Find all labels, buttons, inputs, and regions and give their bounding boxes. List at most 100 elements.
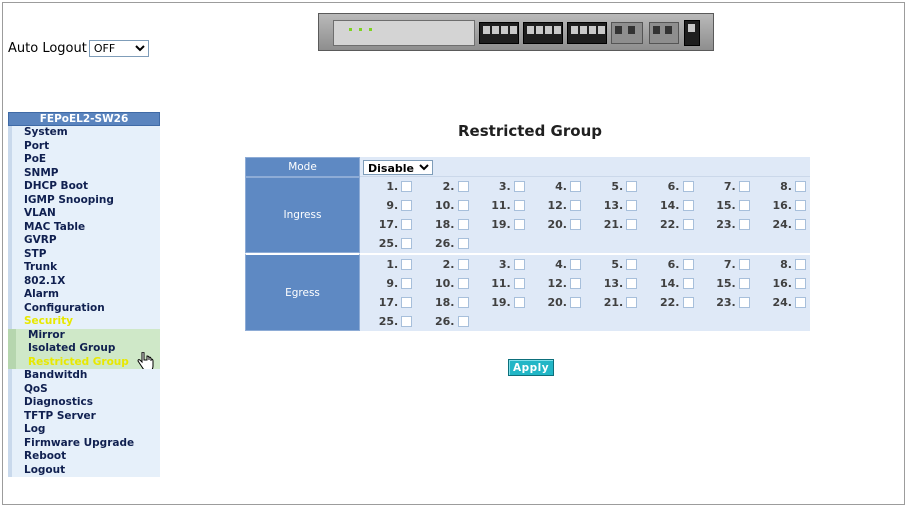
sidebar-item-firmware-upgrade[interactable]: Firmware Upgrade bbox=[8, 436, 160, 450]
sidebar-item-bandwitdh[interactable]: Bandwitdh bbox=[8, 369, 160, 383]
ingress-port-checkbox[interactable] bbox=[626, 219, 638, 230]
egress-port-number: 21. bbox=[603, 296, 624, 309]
ingress-port-checkbox[interactable] bbox=[570, 219, 581, 230]
ingress-port-checkbox[interactable] bbox=[457, 238, 469, 249]
egress-port-checkbox[interactable] bbox=[570, 259, 581, 270]
ingress-port-checkbox[interactable] bbox=[457, 181, 469, 192]
egress-port-checkbox[interactable] bbox=[626, 259, 638, 270]
sidebar-item-vlan[interactable]: VLAN bbox=[8, 207, 160, 221]
sidebar-item-trunk[interactable]: Trunk bbox=[8, 261, 160, 275]
sidebar-item-dhcp-boot[interactable]: DHCP Boot bbox=[8, 180, 160, 194]
sidebar-item-snmp[interactable]: SNMP bbox=[8, 166, 160, 180]
egress-port-checkbox[interactable] bbox=[795, 297, 806, 308]
sidebar-item-diagnostics[interactable]: Diagnostics bbox=[8, 396, 160, 410]
egress-port-checkbox[interactable] bbox=[457, 316, 469, 327]
ingress-port-checkbox[interactable] bbox=[795, 200, 806, 211]
ingress-port-checkbox[interactable] bbox=[682, 200, 694, 211]
ingress-port-number: 9. bbox=[386, 199, 399, 212]
sidebar-item-stp[interactable]: STP bbox=[8, 247, 160, 261]
sidebar-item-label: PoE bbox=[24, 153, 47, 165]
ingress-port-cell: 19. bbox=[473, 215, 529, 234]
auto-logout-select[interactable]: OFF bbox=[88, 40, 149, 57]
ingress-port-checkbox[interactable] bbox=[795, 219, 806, 230]
egress-port-checkbox[interactable] bbox=[795, 278, 806, 289]
egress-port-checkbox[interactable] bbox=[626, 297, 638, 308]
egress-port-checkbox[interactable] bbox=[513, 297, 525, 308]
egress-port-checkbox[interactable] bbox=[457, 259, 469, 270]
egress-port-checkbox[interactable] bbox=[626, 278, 638, 289]
egress-port-checkbox[interactable] bbox=[513, 259, 525, 270]
sidebar-items: System Port PoE SNMP DHCP Boot IGMP Snooping V… bbox=[8, 126, 160, 477]
egress-port-checkbox[interactable] bbox=[682, 259, 694, 270]
ingress-port-checkbox[interactable] bbox=[513, 181, 525, 192]
sidebar-item-label: VLAN bbox=[24, 207, 56, 219]
sidebar-item-igmp-snooping[interactable]: IGMP Snooping bbox=[8, 193, 160, 207]
sidebar-item-qos[interactable]: QoS bbox=[8, 382, 160, 396]
egress-port-checkbox[interactable] bbox=[682, 297, 694, 308]
egress-port-checkbox[interactable] bbox=[457, 278, 469, 289]
ingress-port-checkbox[interactable] bbox=[457, 219, 469, 230]
ingress-port-checkbox[interactable] bbox=[682, 219, 694, 230]
ingress-port-checkbox[interactable] bbox=[738, 200, 750, 211]
egress-port-checkbox[interactable] bbox=[738, 297, 750, 308]
ingress-port-checkbox[interactable] bbox=[626, 181, 638, 192]
ingress-port-checkbox[interactable] bbox=[570, 181, 581, 192]
mode-label: Mode bbox=[245, 157, 360, 177]
ingress-port-checkbox[interactable] bbox=[401, 181, 413, 192]
ingress-port-cell: 11. bbox=[473, 196, 529, 215]
sidebar-item-tftp-server[interactable]: TFTP Server bbox=[8, 409, 160, 423]
ingress-port-checkbox[interactable] bbox=[401, 219, 413, 230]
sidebar-item-802-1x[interactable]: 802.1X bbox=[8, 274, 160, 288]
sidebar-item-restricted-group[interactable]: Restricted Group bbox=[8, 351, 160, 371]
egress-port-checkbox[interactable] bbox=[401, 278, 413, 289]
ingress-port-checkbox[interactable] bbox=[682, 181, 694, 192]
sidebar-item-port[interactable]: Port bbox=[8, 139, 160, 153]
egress-port-checkbox[interactable] bbox=[401, 259, 413, 270]
egress-port-checkbox[interactable] bbox=[457, 297, 469, 308]
sidebar-item-system[interactable]: System bbox=[8, 126, 160, 140]
ingress-port-checkbox[interactable] bbox=[738, 219, 750, 230]
egress-port-checkbox[interactable] bbox=[795, 259, 806, 270]
mode-select[interactable]: Disable bbox=[363, 160, 433, 175]
ingress-port-checkbox[interactable] bbox=[401, 238, 413, 249]
egress-port-row: 9. 10. 11. 12. 13. 14. 15. 16. bbox=[360, 274, 810, 293]
egress-port-checkbox[interactable] bbox=[401, 297, 413, 308]
egress-port-checkbox[interactable] bbox=[570, 297, 581, 308]
sidebar-item-reboot[interactable]: Reboot bbox=[8, 450, 160, 464]
egress-port-cell: 15. bbox=[698, 274, 754, 293]
sidebar-item-label: TFTP Server bbox=[24, 409, 96, 422]
sidebar-item-label: Bandwitdh bbox=[24, 369, 88, 381]
egress-port-checkbox[interactable] bbox=[513, 278, 525, 289]
egress-port-checkbox[interactable] bbox=[738, 278, 750, 289]
ingress-port-cell: 23. bbox=[698, 215, 754, 234]
sidebar-item-mirror[interactable]: Mirror bbox=[8, 328, 160, 342]
apply-button[interactable]: Apply bbox=[508, 359, 554, 376]
sidebar-item-security[interactable]: Security bbox=[8, 315, 160, 329]
ingress-port-checkbox[interactable] bbox=[401, 200, 413, 211]
sidebar-item-mac-table[interactable]: MAC Table bbox=[8, 220, 160, 234]
ingress-port-checkbox[interactable] bbox=[570, 200, 581, 211]
ingress-port-checkbox[interactable] bbox=[513, 200, 525, 211]
egress-port-checkbox[interactable] bbox=[401, 316, 413, 327]
ingress-port-checkbox[interactable] bbox=[795, 181, 806, 192]
sidebar-item-logout[interactable]: Logout bbox=[8, 463, 160, 477]
egress-port-checkbox[interactable] bbox=[738, 259, 750, 270]
sidebar-item-gvrp[interactable]: GVRP bbox=[8, 234, 160, 248]
egress-port-checkbox[interactable] bbox=[682, 278, 694, 289]
ingress-port-checkbox[interactable] bbox=[513, 219, 525, 230]
egress-port-cell bbox=[698, 312, 754, 331]
ingress-port-checkbox[interactable] bbox=[626, 200, 638, 211]
sidebar-item-label: SNMP bbox=[24, 166, 59, 179]
ingress-port-checkbox[interactable] bbox=[457, 200, 469, 211]
ingress-port-checkbox[interactable] bbox=[738, 181, 750, 192]
sidebar-item-log[interactable]: Log bbox=[8, 423, 160, 437]
egress-port-checkbox[interactable] bbox=[570, 278, 581, 289]
sidebar-item-label: Reboot bbox=[24, 450, 67, 462]
ingress-port-cell: 10. bbox=[416, 196, 472, 215]
sidebar-item-configuration[interactable]: Configuration bbox=[8, 301, 160, 315]
sidebar-item-alarm[interactable]: Alarm bbox=[8, 288, 160, 302]
egress-port-cell bbox=[585, 312, 641, 331]
ingress-port-number: 17. bbox=[378, 218, 399, 231]
egress-port-number: 18. bbox=[435, 296, 455, 309]
sidebar-item-poe[interactable]: PoE bbox=[8, 153, 160, 167]
